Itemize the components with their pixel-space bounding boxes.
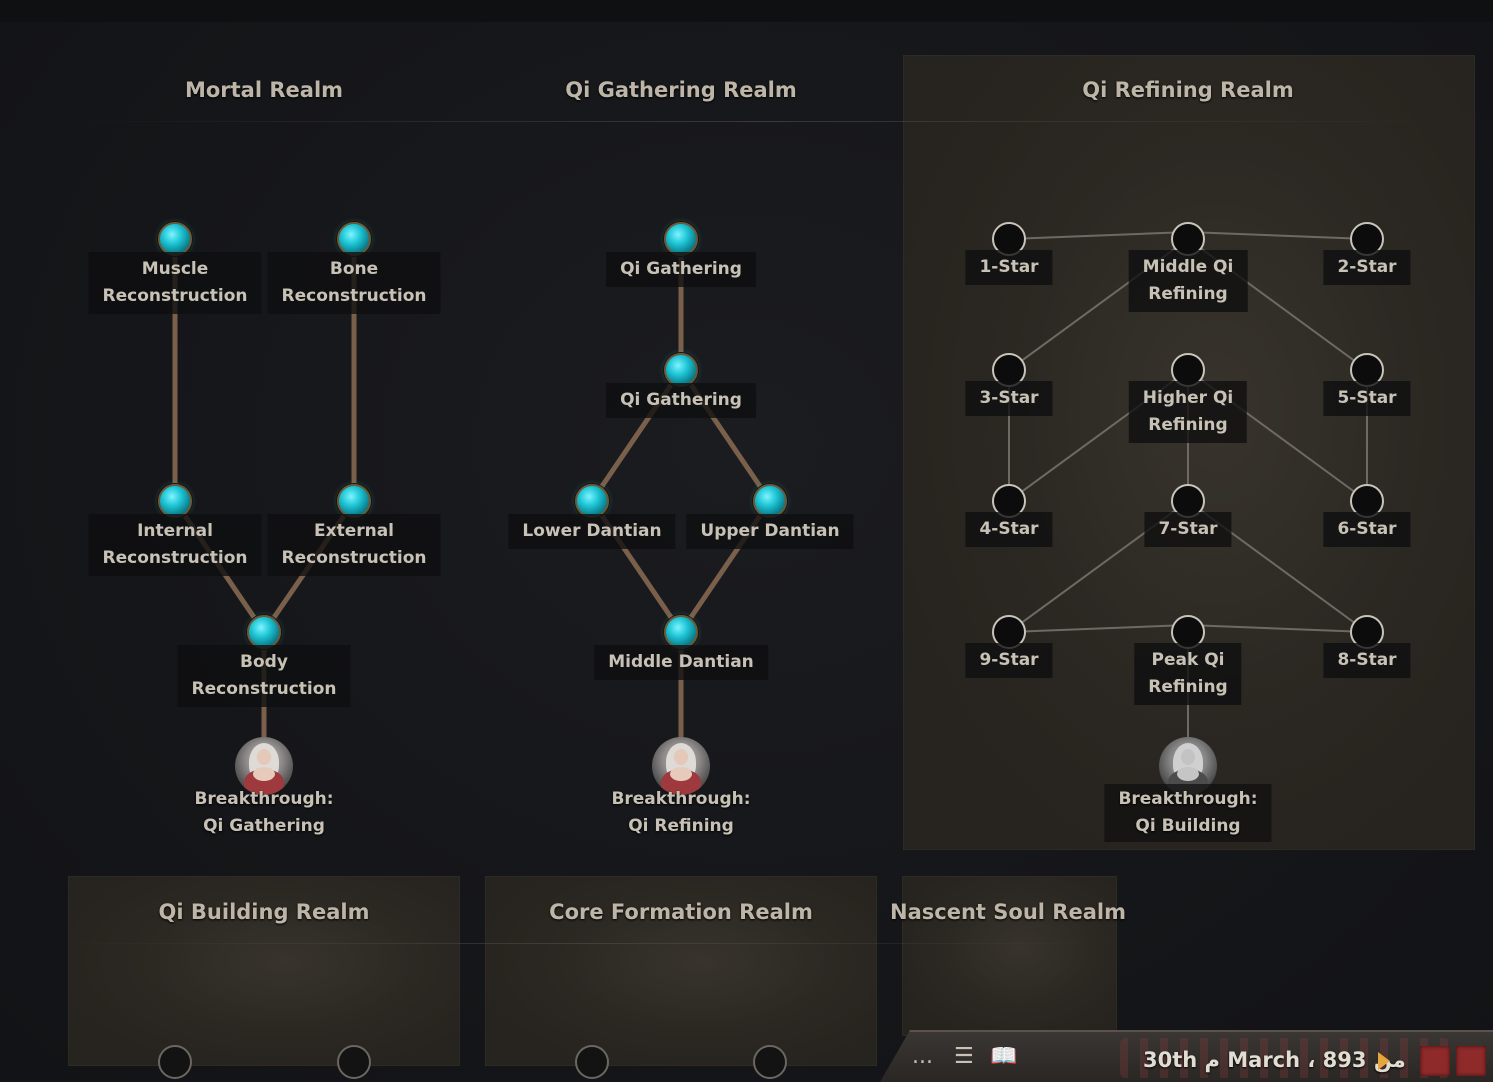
technique-node-lower-dantian[interactable] (575, 484, 609, 518)
node-label-1-star: 1-Star (965, 250, 1053, 285)
node-label-bone: Bone Reconstruction (267, 252, 441, 314)
breakthrough-label-qi-gathering: Breakthrough: Qi Refining (611, 789, 751, 836)
game-date: 30th م March ، 893 من (1143, 1048, 1406, 1072)
technique-node-upper-dantian[interactable] (753, 484, 787, 518)
node-label-peak-qi-refining: Peak Qi Refining (1134, 643, 1242, 705)
node-label-8-star: 8-Star (1323, 643, 1411, 678)
node-label-external: External Reconstruction (267, 514, 441, 576)
node-label-7-star: 7-Star (1144, 512, 1232, 547)
play-icon[interactable] (1378, 1052, 1390, 1070)
realm-title-nascent-soul: Nascent Soul Realm (890, 900, 1126, 924)
realm-title-qi-building: Qi Building Realm (158, 900, 370, 924)
node-label-qi-gathering-1: Qi Gathering (606, 252, 756, 287)
node-label-3-star: 3-Star (965, 381, 1053, 416)
link (1008, 231, 1189, 240)
node-label-higher-qi-refining: Higher Qi Refining (1128, 381, 1248, 443)
menu-list-icon[interactable]: ☰ (954, 1046, 974, 1068)
node-label-muscle: Muscle Reconstruction (88, 252, 262, 314)
node-label-qi-gathering-2: Qi Gathering (606, 383, 756, 418)
node-label-middle-dantian: Middle Dantian (594, 645, 768, 680)
technique-node-muscle[interactable] (158, 222, 192, 256)
node-label-2-star: 2-Star (1323, 250, 1411, 285)
breakthrough-label-qi-refining: Breakthrough: Qi Building (1104, 784, 1272, 842)
node-label-internal: Internal Reconstruction (88, 514, 262, 576)
technique-node-body[interactable] (247, 615, 281, 649)
technique-node-internal[interactable] (158, 484, 192, 518)
breakthrough-label-mortal: Breakthrough: Qi Gathering (194, 789, 334, 836)
link (1008, 624, 1189, 633)
technique-node-locked[interactable] (158, 1045, 192, 1079)
book-icon[interactable]: 📖 (990, 1046, 1017, 1068)
technique-node-locked[interactable] (575, 1045, 609, 1079)
technique-node-external[interactable] (337, 484, 371, 518)
link (1187, 624, 1368, 633)
node-label-4-star: 4-Star (965, 512, 1053, 547)
status-bar: ... ☰ 📖 30th م March ، 893 من (880, 1030, 1493, 1082)
technique-node-qi-gathering-1[interactable] (664, 222, 698, 256)
technique-node-locked[interactable] (337, 1045, 371, 1079)
realm-title-core-formation: Core Formation Realm (549, 900, 813, 924)
link (1187, 231, 1368, 240)
node-label-9-star: 9-Star (965, 643, 1053, 678)
technique-node-bone[interactable] (337, 222, 371, 256)
realm-title-qi-refining: Qi Refining Realm (1082, 78, 1294, 102)
node-label-middle-qi-refining: Middle Qi Refining (1128, 250, 1248, 312)
speed-1-button[interactable] (1420, 1046, 1450, 1076)
technique-node-locked[interactable] (753, 1045, 787, 1079)
node-label-body: Body Reconstruction (177, 645, 351, 707)
node-label-5-star: 5-Star (1323, 381, 1411, 416)
technique-node-qi-gathering-2[interactable] (664, 353, 698, 387)
node-label-lower-dantian: Lower Dantian (508, 514, 676, 549)
more-button[interactable]: ... (912, 1046, 933, 1068)
realm-title-qi-gathering: Qi Gathering Realm (565, 78, 797, 102)
node-label-6-star: 6-Star (1323, 512, 1411, 547)
realm-title-mortal: Mortal Realm (184, 78, 344, 102)
node-label-upper-dantian: Upper Dantian (686, 514, 854, 549)
technique-node-middle-dantian[interactable] (664, 615, 698, 649)
speed-2-button[interactable] (1456, 1046, 1486, 1076)
